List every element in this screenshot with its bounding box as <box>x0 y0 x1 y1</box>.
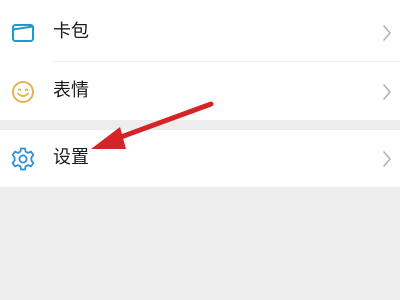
menu-group-settings: 设置 <box>0 130 400 187</box>
menu-item-settings[interactable]: 设置 <box>0 130 400 187</box>
divider <box>52 61 400 62</box>
menu-item-card-wallet[interactable]: 卡包 <box>0 4 400 61</box>
chevron-right-icon <box>383 84 391 100</box>
chevron-right-icon <box>383 151 391 167</box>
menu-item-stickers[interactable]: 表情 <box>0 63 400 120</box>
emoji-smile-icon <box>12 81 34 103</box>
gear-icon <box>11 147 35 171</box>
menu-item-label: 表情 <box>53 80 89 101</box>
chevron-right-icon <box>383 25 391 41</box>
card-wallet-icon <box>12 24 34 42</box>
menu-item-label: 设置 <box>53 147 89 168</box>
menu-item-label: 卡包 <box>53 21 89 42</box>
menu-group-top: 卡包 表情 <box>0 0 400 120</box>
